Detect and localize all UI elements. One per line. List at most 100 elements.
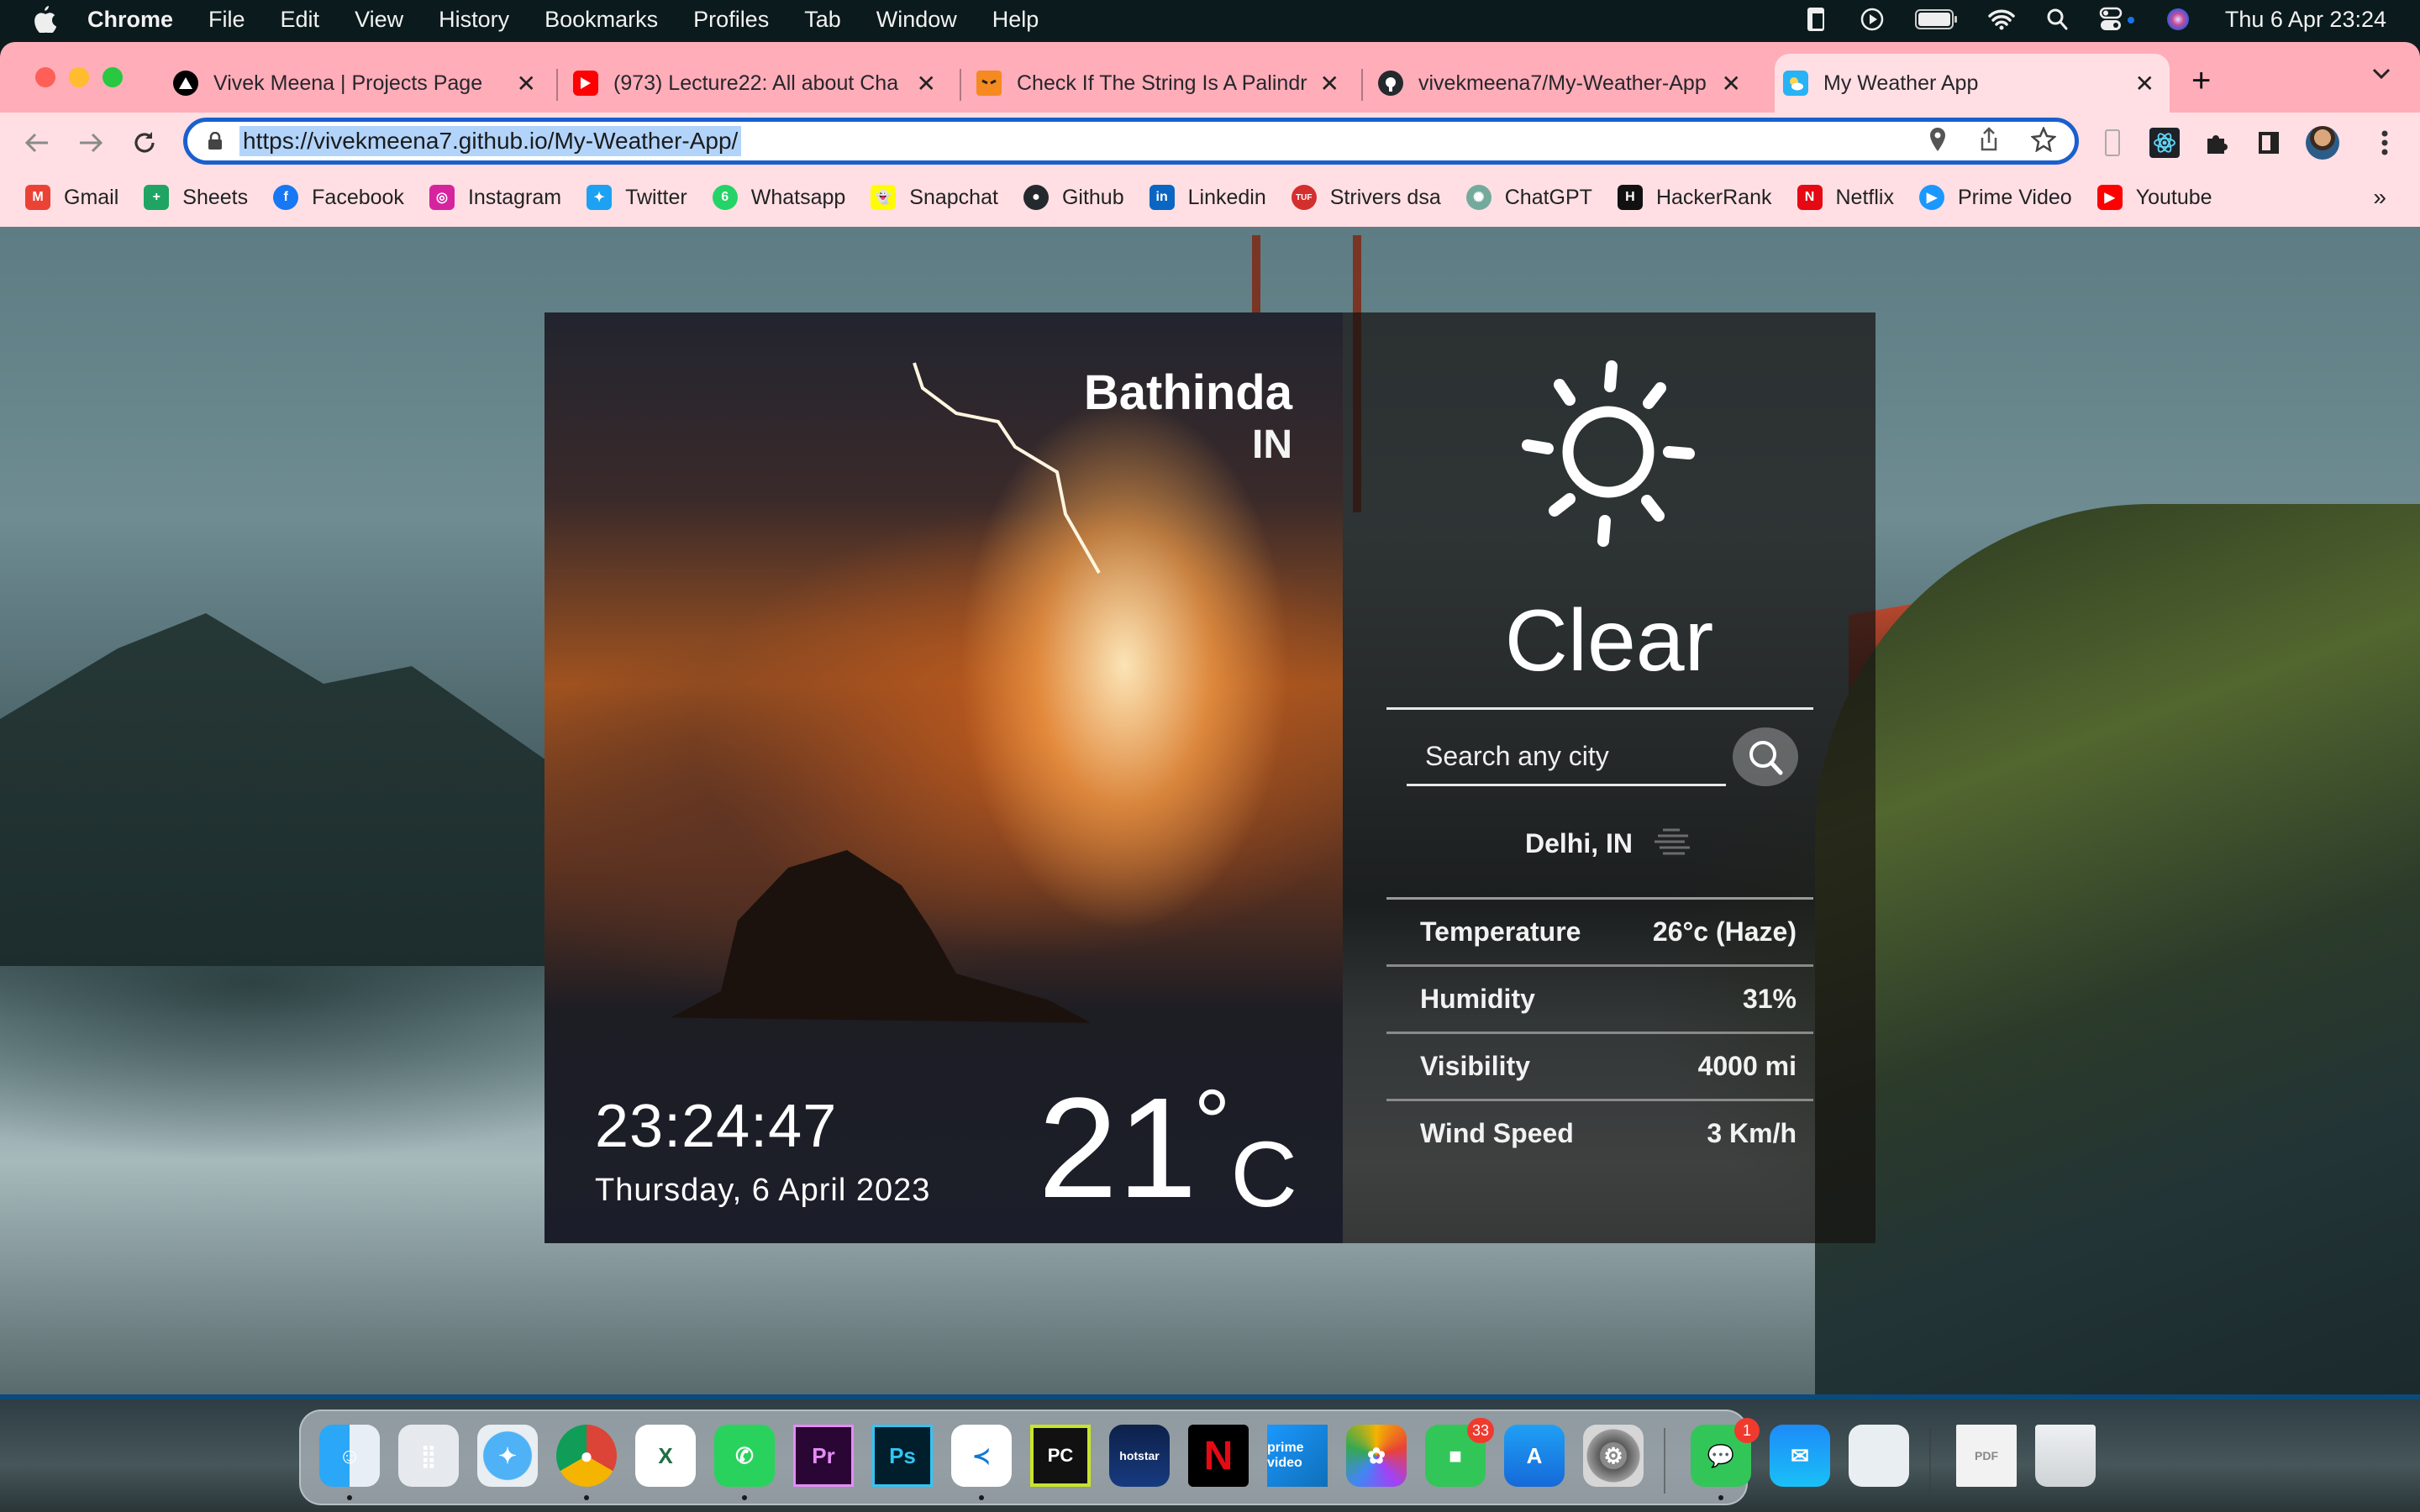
back-button[interactable] xyxy=(22,128,52,158)
bookmark-label: Sheets xyxy=(182,185,249,209)
menu-edit[interactable]: Edit xyxy=(281,7,320,33)
dock-app-prime-video[interactable]: prime video xyxy=(1267,1425,1328,1487)
excel-icon: X xyxy=(658,1442,673,1468)
dock-app-adobe-premiere-pro[interactable]: Pr xyxy=(793,1425,854,1487)
bookmark-gmail[interactable]: M Gmail xyxy=(25,185,118,210)
menu-tab[interactable]: Tab xyxy=(804,7,841,33)
bookmarks-overflow-button[interactable]: » xyxy=(2373,184,2386,211)
bookmark-facebook[interactable]: f Facebook xyxy=(273,185,404,210)
dock-app-pycharm[interactable]: PC xyxy=(1030,1425,1091,1487)
dock-app-photos[interactable]: ✿ xyxy=(1346,1425,1407,1487)
bookmark-label: Gmail xyxy=(64,185,119,209)
dock-app-adobe-photoshop[interactable]: Ps xyxy=(872,1425,933,1487)
control-center-icon[interactable] xyxy=(2099,7,2136,32)
menu-bar-clock[interactable]: Thu 6 Apr 23:24 xyxy=(2225,7,2386,33)
menu-app-name[interactable]: Chrome xyxy=(87,7,173,33)
new-tab-button[interactable]: + xyxy=(2191,62,2211,100)
close-tab-icon[interactable]: ✕ xyxy=(1722,70,1741,97)
bookmark-label: Linkedin xyxy=(1187,185,1266,209)
bookmark-label: Facebook xyxy=(312,185,404,209)
bookmark-snapchat[interactable]: 👻 Snapchat xyxy=(871,185,998,210)
dock-app-netflix[interactable]: N xyxy=(1188,1425,1249,1487)
battery-icon[interactable] xyxy=(1914,7,1960,32)
react-devtools-icon[interactable] xyxy=(2149,128,2180,158)
tab-my-weather-app[interactable]: My Weather App ✕ xyxy=(1775,54,2170,113)
extensions-puzzle-icon[interactable] xyxy=(2202,128,2232,158)
menu-view[interactable]: View xyxy=(355,7,403,33)
bookmark-hackerrank[interactable]: H HackerRank xyxy=(1617,185,1772,210)
dock-app-disney-hotstar[interactable]: hotstar xyxy=(1109,1425,1170,1487)
minimize-window-button[interactable] xyxy=(69,67,89,87)
dock-app-system-settings[interactable]: ⚙ xyxy=(1583,1425,1644,1487)
share-icon[interactable] xyxy=(1979,127,1999,156)
bookmark-sheets[interactable]: + Sheets xyxy=(144,185,248,210)
bookmark-instagram[interactable]: ◎ Instagram xyxy=(429,185,561,210)
tab-palindrome[interactable]: Check If The String Is A Palindr ✕ xyxy=(976,54,1355,113)
menu-window[interactable]: Window xyxy=(876,7,957,33)
detail-label: Humidity xyxy=(1420,984,1535,1014)
city-search-input[interactable] xyxy=(1407,729,1726,786)
bookmark-label: Instagram xyxy=(467,185,562,209)
bookmark-twitter[interactable]: ✦ Twitter xyxy=(587,185,687,210)
close-tab-icon[interactable]: ✕ xyxy=(1320,70,1339,97)
bookmark-whatsapp[interactable]: 6 Whatsapp xyxy=(712,185,845,210)
whatsapp-icon: ✆ xyxy=(735,1442,754,1468)
lock-icon[interactable] xyxy=(208,131,223,150)
profile-avatar[interactable] xyxy=(2306,126,2339,160)
menu-file[interactable]: File xyxy=(208,7,245,33)
menu-history[interactable]: History xyxy=(439,7,509,33)
close-window-button[interactable] xyxy=(35,67,55,87)
dock-app-messages[interactable]: 💬 1 xyxy=(1691,1418,1760,1487)
stage-manager-icon[interactable] xyxy=(1803,7,1830,32)
forward-button[interactable] xyxy=(76,128,106,158)
side-panel-icon[interactable] xyxy=(2254,128,2284,158)
bookmark-github[interactable]: ● Github xyxy=(1023,185,1124,210)
play-icon[interactable] xyxy=(1859,7,1886,32)
bookmark-youtube[interactable]: ▶ Youtube xyxy=(2096,185,2212,210)
wifi-icon[interactable] xyxy=(1988,7,2015,32)
dock-app-visual-studio-code[interactable]: ≺ xyxy=(951,1425,1012,1487)
dock-app-finder[interactable]: ☺ xyxy=(319,1425,380,1487)
tab-projects-page[interactable]: Vivek Meena | Projects Page ✕ xyxy=(173,54,551,113)
close-tab-icon[interactable]: ✕ xyxy=(2135,70,2154,97)
dock-app-microsoft-excel[interactable]: X xyxy=(635,1425,696,1487)
dock-app-app-store[interactable]: A xyxy=(1504,1425,1565,1487)
url-text[interactable]: https://vivekmeena7.github.io/My-Weather… xyxy=(239,126,742,156)
close-tab-icon[interactable]: ✕ xyxy=(917,70,936,97)
detail-row-wind-speed: Wind Speed 3 Km/h xyxy=(1386,1099,1813,1166)
chrome-menu-icon[interactable] xyxy=(2370,128,2400,158)
tab-search-button[interactable] xyxy=(2371,67,2395,91)
spotlight-search-icon[interactable] xyxy=(2044,7,2070,32)
location-icon[interactable] xyxy=(1928,127,1947,156)
siri-icon[interactable] xyxy=(2165,7,2191,32)
reload-button[interactable] xyxy=(129,128,160,158)
bookmark-prime-video[interactable]: ▶ Prime Video xyxy=(1918,185,2072,210)
twitter-icon: ✦ xyxy=(587,185,613,210)
bookmark-strivers-dsa[interactable]: TUF Strivers dsa xyxy=(1291,185,1441,210)
zoom-window-button[interactable] xyxy=(103,67,123,87)
dock-app-trash[interactable] xyxy=(2035,1425,2096,1487)
tab-youtube-lecture[interactable]: (973) Lecture22: All about Cha ✕ xyxy=(573,54,951,113)
dock-app-facetime[interactable]: ■ 33 xyxy=(1425,1418,1494,1487)
menu-bookmarks[interactable]: Bookmarks xyxy=(544,7,658,33)
dock-app-preview[interactable] xyxy=(1849,1425,1909,1487)
menu-profiles[interactable]: Profiles xyxy=(693,7,769,33)
tab-github-repo[interactable]: vivekmeena7/My-Weather-App ✕ xyxy=(1378,54,1756,113)
address-bar[interactable]: https://vivekmeena7.github.io/My-Weather… xyxy=(183,118,2079,165)
dock-app-mail[interactable]: ✉ xyxy=(1770,1425,1830,1487)
device-emulation-icon[interactable] xyxy=(2097,128,2128,158)
bookmark-linkedin[interactable]: in Linkedin xyxy=(1149,185,1266,210)
apple-menu-icon[interactable] xyxy=(32,5,57,34)
dock-app-google-chrome[interactable]: ● xyxy=(556,1425,617,1487)
menu-help[interactable]: Help xyxy=(992,7,1039,33)
search-button[interactable] xyxy=(1733,727,1798,786)
dock-app-safari[interactable]: ✦ xyxy=(477,1425,538,1487)
dock-app-pdf-document[interactable]: PDF xyxy=(1956,1425,2017,1487)
temperature-unit: C xyxy=(1230,1123,1297,1226)
bookmark-chatgpt[interactable]: ✺ ChatGPT xyxy=(1465,185,1592,210)
close-tab-icon[interactable]: ✕ xyxy=(517,70,536,97)
dock-app-launchpad[interactable]: ⣿ xyxy=(398,1425,459,1487)
bookmark-netflix[interactable]: N Netflix xyxy=(1797,185,1894,210)
bookmark-star-icon[interactable] xyxy=(2030,125,2057,156)
dock-app-whatsapp[interactable]: ✆ xyxy=(714,1425,775,1487)
